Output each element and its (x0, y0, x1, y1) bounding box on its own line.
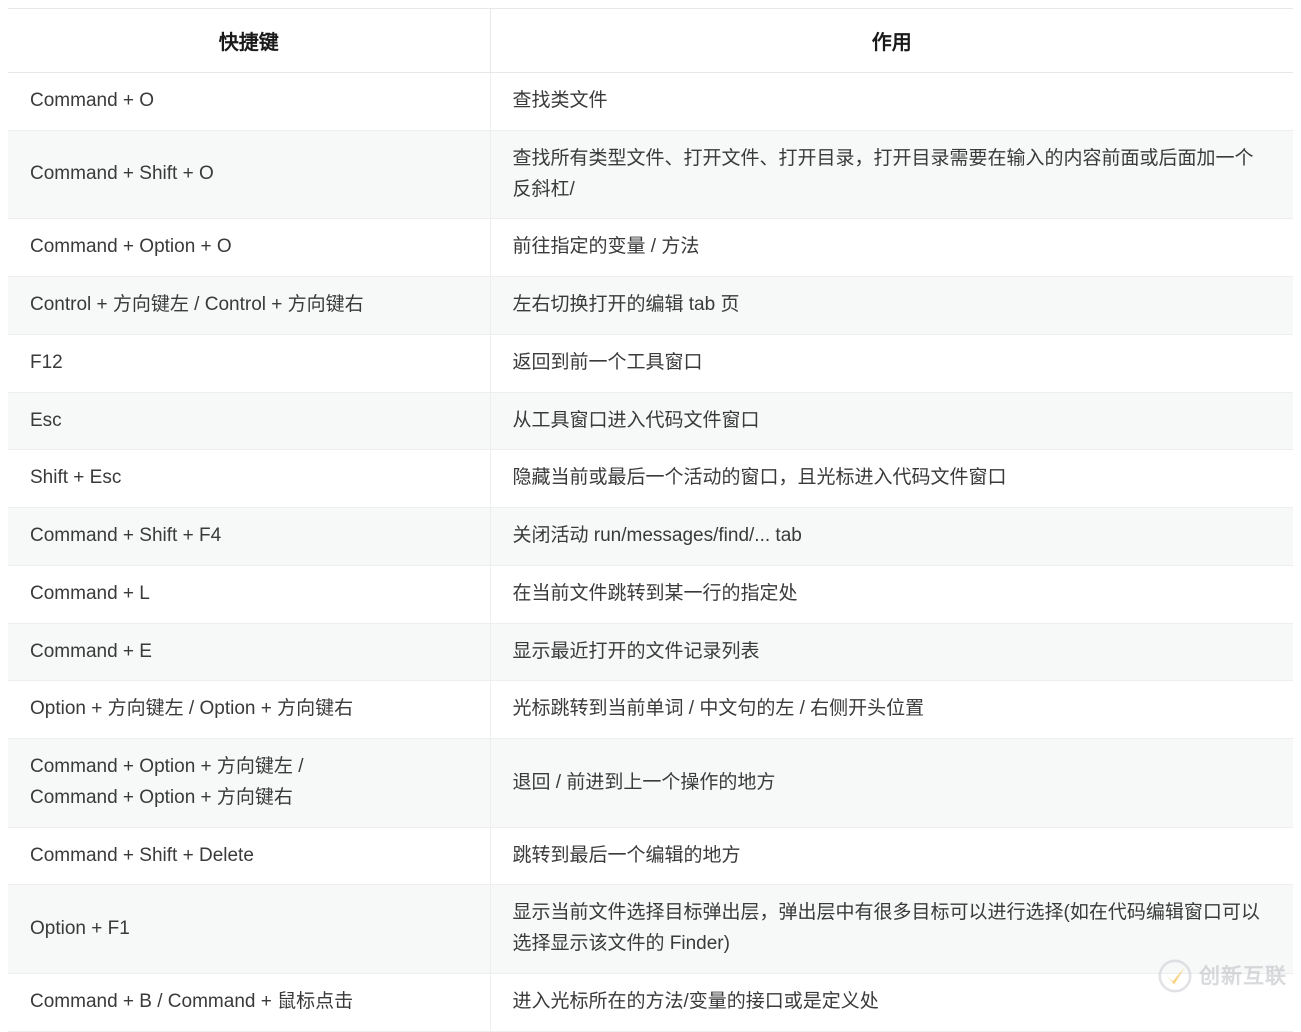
table-row: Option + F1 显示当前文件选择目标弹出层，弹出层中有很多目标可以进行选择… (8, 884, 1293, 975)
table-header: 快捷键 作用 (8, 8, 1293, 73)
table-row: F12 返回到前一个工具窗口 (8, 333, 1293, 393)
table-row: Command + Shift + F4 关闭活动 run/messages/fi… (8, 507, 1293, 566)
action-cell: 查找所有类型文件、打开文件、打开目录，打开目录需要在输入的内容前面或后面加一个反… (490, 129, 1293, 220)
action-cell: 进入光标所在的方法/变量的接口或是定义处 (490, 973, 1293, 1032)
column-header-shortcut: 快捷键 (8, 8, 491, 73)
shortcut-cell: Command + O (8, 72, 491, 131)
table-row: Shift + Esc 隐藏当前或最后一个活动的窗口，且光标进入代码文件窗口 (8, 449, 1293, 509)
table-row: Command + E 显示最近打开的文件记录列表 (8, 622, 1293, 682)
action-cell: 左右切换打开的编辑 tab 页 (490, 276, 1293, 335)
page-root: 快捷键 作用 Command + O 查找类文件 Command + Shift +… (0, 0, 1301, 1032)
shortcut-cell: Option + F1 (8, 884, 491, 975)
shortcut-cell: Command + Option + 方向键左 / Command + Opti… (8, 738, 491, 828)
action-cell: 关闭活动 run/messages/find/... tab (490, 507, 1293, 566)
action-cell: 在当前文件跳转到某一行的指定处 (490, 564, 1293, 624)
action-cell: 从工具窗口进入代码文件窗口 (490, 391, 1293, 451)
shortcut-cell: Command + L (8, 564, 491, 624)
action-cell: 隐藏当前或最后一个活动的窗口，且光标进入代码文件窗口 (490, 449, 1293, 509)
table-row: Command + O 查找类文件 (8, 72, 1293, 131)
table-row: Command + Shift + Delete 跳转到最后一个编辑的地方 (8, 826, 1293, 886)
table-row: Command + L 在当前文件跳转到某一行的指定处 (8, 564, 1293, 624)
shortcut-cell: Command + E (8, 622, 491, 682)
shortcut-cell: Command + B / Command + 鼠标点击 (8, 973, 491, 1032)
table-body: Command + O 查找类文件 Command + Shift + O 查找所有类… (8, 72, 1293, 1032)
shortcut-cell: Command + Option + O (8, 218, 491, 278)
shortcut-cell: Esc (8, 391, 491, 451)
table-header-row: 快捷键 作用 (8, 8, 1293, 73)
action-cell: 显示当前文件选择目标弹出层，弹出层中有很多目标可以进行选择(如在代码编辑窗口可以… (490, 884, 1293, 975)
action-cell: 显示最近打开的文件记录列表 (490, 622, 1293, 682)
action-cell: 前往指定的变量 / 方法 (490, 218, 1293, 278)
shortcut-cell: F12 (8, 333, 491, 393)
shortcut-cell: Control + 方向键左 / Control + 方向键右 (8, 276, 491, 335)
shortcut-cell: Command + Shift + Delete (8, 826, 491, 886)
table-row: Option + 方向键左 / Option + 方向键右 光标跳转到当前单词 /… (8, 680, 1293, 740)
table-row: Command + B / Command + 鼠标点击 进入光标所在的方法/变量… (8, 973, 1293, 1032)
shortcut-table: 快捷键 作用 Command + O 查找类文件 Command + Shift +… (8, 8, 1293, 1032)
action-cell: 退回 / 前进到上一个操作的地方 (490, 738, 1293, 828)
table-row: Command + Option + 方向键左 / Command + Opti… (8, 738, 1293, 828)
action-cell: 查找类文件 (490, 72, 1293, 131)
table-row: Command + Option + O 前往指定的变量 / 方法 (8, 218, 1293, 278)
shortcut-cell: Command + Shift + F4 (8, 507, 491, 566)
shortcut-cell: Option + 方向键左 / Option + 方向键右 (8, 680, 491, 740)
shortcut-cell: Shift + Esc (8, 449, 491, 509)
action-cell: 跳转到最后一个编辑的地方 (490, 826, 1293, 886)
table-row: Esc 从工具窗口进入代码文件窗口 (8, 391, 1293, 451)
column-header-action: 作用 (490, 8, 1293, 73)
table-row: Control + 方向键左 / Control + 方向键右 左右切换打开的编辑… (8, 276, 1293, 335)
shortcut-cell: Command + Shift + O (8, 129, 491, 220)
table-row: Command + Shift + O 查找所有类型文件、打开文件、打开目录，打开… (8, 129, 1293, 220)
action-cell: 光标跳转到当前单词 / 中文句的左 / 右侧开头位置 (490, 680, 1293, 740)
action-cell: 返回到前一个工具窗口 (490, 333, 1293, 393)
